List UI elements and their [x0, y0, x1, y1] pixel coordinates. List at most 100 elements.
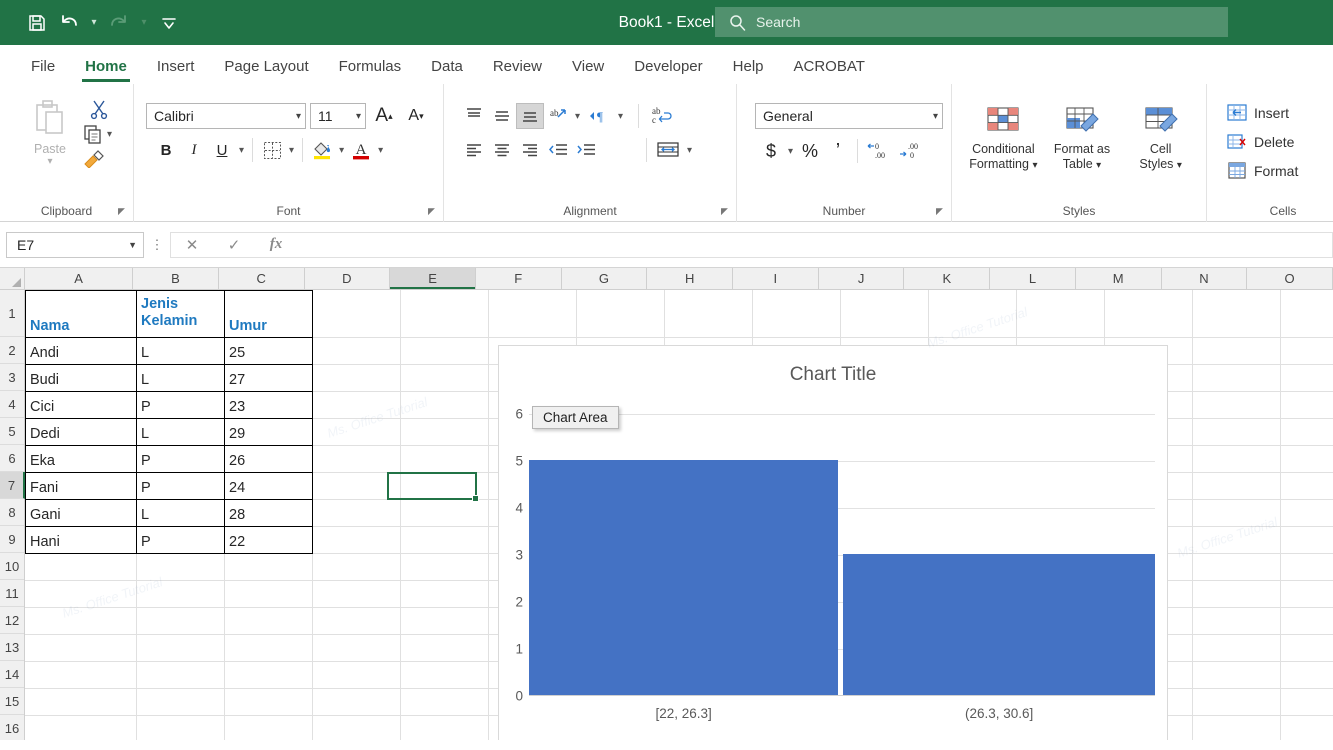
histogram-bar-0[interactable] [529, 460, 838, 695]
confirm-entry-button[interactable]: ✓ [213, 233, 255, 257]
merge-dropdown-icon[interactable]: ▾ [684, 145, 695, 156]
borders-dropdown-icon[interactable]: ▾ [286, 145, 297, 156]
cell-C2[interactable]: 25 [224, 337, 313, 365]
underline-dropdown-icon[interactable]: ▾ [236, 145, 247, 156]
column-header-D[interactable]: D [305, 268, 391, 289]
tab-formulas[interactable]: Formulas [326, 50, 415, 84]
font-dialog-launcher[interactable]: ◤ [428, 206, 439, 217]
search-input[interactable]: Search [715, 7, 1228, 37]
tab-home[interactable]: Home [72, 50, 140, 84]
cancel-entry-button[interactable]: ✕ [171, 233, 213, 257]
percent-button[interactable]: % [796, 138, 824, 164]
cell-A6[interactable]: Eka [25, 445, 137, 473]
cell-A5[interactable]: Dedi [25, 418, 137, 446]
cell-C4[interactable]: 23 [224, 391, 313, 419]
cell-A3[interactable]: Budi [25, 364, 137, 392]
cell-styles-button[interactable]: Cell Styles ▾ [1123, 102, 1198, 173]
increase-indent-button[interactable] [572, 137, 600, 163]
align-center-button[interactable] [488, 137, 516, 163]
column-header-O[interactable]: O [1247, 268, 1333, 289]
cell-B8[interactable]: L [136, 499, 225, 527]
redo-icon[interactable] [104, 8, 134, 38]
bold-button[interactable]: B [152, 137, 180, 163]
borders-button[interactable] [258, 137, 286, 163]
active-cell-selection[interactable] [387, 472, 477, 500]
column-header-E[interactable]: E [390, 268, 476, 289]
decrease-indent-button[interactable] [544, 137, 572, 163]
decrease-decimal-button[interactable]: .000 [895, 138, 927, 164]
insert-function-button[interactable]: fx [255, 233, 297, 257]
copy-dropdown-icon[interactable]: ▾ [104, 129, 115, 140]
font-name-input[interactable]: Calibri ▾ [146, 103, 306, 129]
alignment-dialog-launcher[interactable]: ◤ [721, 206, 732, 217]
tab-developer[interactable]: Developer [621, 50, 715, 84]
delete-cells-button[interactable]: Delete [1227, 127, 1308, 156]
cell-A7[interactable]: Fani [25, 472, 137, 500]
align-left-button[interactable] [460, 137, 488, 163]
currency-dropdown-icon[interactable]: ▾ [785, 146, 796, 157]
tab-data[interactable]: Data [418, 50, 476, 84]
cell-C9[interactable]: 22 [224, 526, 313, 554]
row-header-11[interactable]: 11 [0, 580, 24, 607]
align-middle-button[interactable] [488, 103, 516, 129]
undo-dropdown-icon[interactable]: ▾ [86, 8, 102, 38]
row-header-12[interactable]: 12 [0, 607, 24, 634]
tab-view[interactable]: View [559, 50, 617, 84]
fill-handle[interactable] [472, 495, 479, 502]
cut-button[interactable] [82, 98, 115, 120]
text-direction-button[interactable]: ¶ [583, 103, 615, 129]
row-header-6[interactable]: 6 [0, 445, 24, 472]
cell-A9[interactable]: Hani [25, 526, 137, 554]
select-all-button[interactable] [0, 268, 25, 289]
row-header-1[interactable]: 1 [0, 290, 24, 337]
cell-C1[interactable]: Umur [224, 290, 313, 338]
tab-review[interactable]: Review [480, 50, 555, 84]
column-header-M[interactable]: M [1076, 268, 1162, 289]
row-header-8[interactable]: 8 [0, 499, 24, 526]
redo-dropdown-icon[interactable]: ▾ [136, 8, 152, 38]
column-header-J[interactable]: J [819, 268, 905, 289]
copy-button[interactable] [82, 123, 104, 145]
font-name-dropdown-icon[interactable]: ▾ [290, 111, 301, 122]
number-format-dropdown-icon[interactable]: ▾ [927, 111, 938, 122]
cell-B9[interactable]: P [136, 526, 225, 554]
row-header-5[interactable]: 5 [0, 418, 24, 445]
cell-A8[interactable]: Gani [25, 499, 137, 527]
insert-cells-button[interactable]: Insert [1227, 98, 1308, 127]
histogram-chart[interactable]: Chart Title 6 5 4 3 2 1 0 [498, 345, 1168, 740]
formula-bar-options-icon[interactable]: ⋮ [144, 237, 170, 253]
column-header-H[interactable]: H [647, 268, 733, 289]
cell-B5[interactable]: L [136, 418, 225, 446]
cell-B7[interactable]: P [136, 472, 225, 500]
cell-C3[interactable]: 27 [224, 364, 313, 392]
wrap-text-button[interactable]: abc [644, 103, 678, 129]
clipboard-dialog-launcher[interactable]: ◤ [118, 206, 129, 217]
font-color-button[interactable]: A [347, 137, 375, 163]
fill-color-dropdown-icon[interactable]: ▾ [336, 145, 347, 156]
tab-file[interactable]: File [18, 50, 68, 84]
orientation-button[interactable]: ab [544, 103, 572, 129]
column-header-C[interactable]: C [219, 268, 305, 289]
column-header-K[interactable]: K [904, 268, 990, 289]
format-painter-button[interactable] [82, 148, 115, 168]
cell-A1[interactable]: Nama [25, 290, 137, 338]
cell-A2[interactable]: Andi [25, 337, 137, 365]
font-size-dropdown-icon[interactable]: ▾ [350, 111, 361, 122]
name-box[interactable]: E7 ▼ [6, 232, 144, 258]
row-header-2[interactable]: 2 [0, 337, 24, 364]
tab-help[interactable]: Help [720, 50, 777, 84]
row-header-15[interactable]: 15 [0, 688, 24, 715]
cell-C5[interactable]: 29 [224, 418, 313, 446]
cell-C8[interactable]: 28 [224, 499, 313, 527]
cell-B6[interactable]: P [136, 445, 225, 473]
cell-B1[interactable]: Jenis Kelamin [136, 290, 225, 338]
align-bottom-button[interactable] [516, 103, 544, 129]
column-header-L[interactable]: L [990, 268, 1076, 289]
number-dialog-launcher[interactable]: ◤ [936, 206, 947, 217]
merge-and-center-button[interactable] [652, 137, 684, 163]
row-header-7[interactable]: 7 [0, 472, 25, 499]
histogram-bar-1[interactable] [843, 554, 1155, 695]
format-cells-button[interactable]: Format [1227, 156, 1308, 185]
decrease-font-size-button[interactable]: A▾ [402, 103, 430, 129]
cell-C7[interactable]: 24 [224, 472, 313, 500]
